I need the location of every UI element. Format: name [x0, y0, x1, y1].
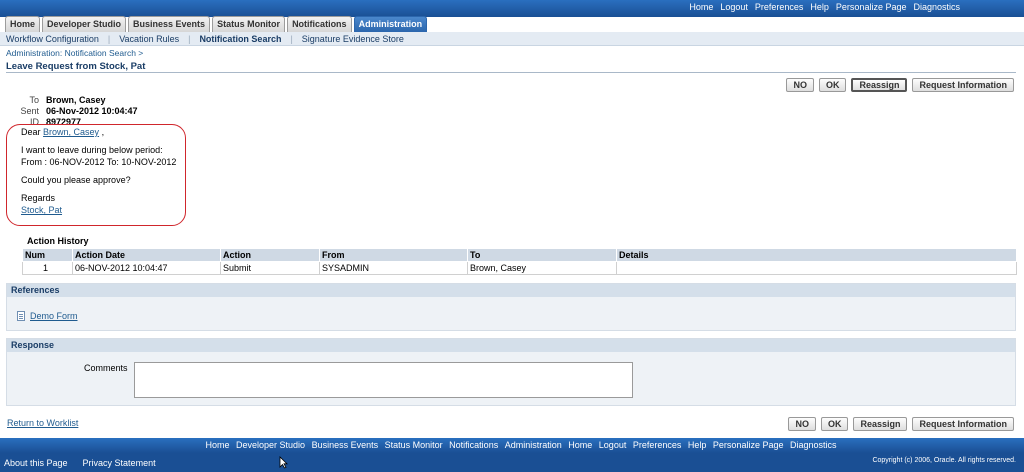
main-tabs: Home Developer Studio Business Events St…: [5, 16, 428, 32]
greeting-suffix: ,: [101, 127, 105, 137]
action-history-table: Num Action Date Action From To Details 1…: [22, 248, 1017, 275]
column-header-action-date: Action Date: [72, 248, 221, 262]
references-title: References: [7, 284, 1015, 297]
recipient-link[interactable]: Brown, Casey: [43, 127, 99, 137]
global-links: Home Logout Preferences Help Personalize…: [689, 2, 960, 12]
demo-form-link[interactable]: Demo Form: [30, 311, 78, 321]
regards-line: Regards: [21, 193, 56, 203]
footer-links: Home Developer Studio Business Events St…: [0, 438, 1024, 453]
reassign-button[interactable]: Reassign: [853, 417, 908, 431]
global-link-personalize-page[interactable]: Personalize Page: [836, 2, 907, 12]
footer-link-logout[interactable]: Logout: [599, 440, 627, 450]
top-action-buttons: NO OK Reassign Request Information: [786, 78, 1014, 92]
reassign-button[interactable]: Reassign: [851, 78, 908, 92]
global-header: Home Logout Preferences Help Personalize…: [0, 0, 1024, 17]
column-header-action: Action: [220, 248, 320, 262]
global-link-diagnostics[interactable]: Diagnostics: [913, 2, 960, 12]
ok-button[interactable]: OK: [820, 417, 849, 431]
cell-details: [616, 261, 1017, 275]
response-title: Response: [7, 339, 1015, 352]
global-link-preferences[interactable]: Preferences: [755, 2, 804, 12]
global-link-help[interactable]: Help: [810, 2, 829, 12]
subtab-vacation-rules[interactable]: Vacation Rules: [119, 34, 179, 44]
cell-from: SYSADMIN: [319, 261, 468, 275]
message-line: From : 06-NOV-2012 To: 10-NOV-2012: [21, 157, 177, 167]
request-information-button[interactable]: Request Information: [912, 78, 1014, 92]
footer-bar: About this Page Privacy Statement: [0, 453, 1024, 472]
footer-link-personalize-page[interactable]: Personalize Page: [713, 440, 784, 450]
sent-label: Sent: [20, 106, 39, 116]
global-link-home[interactable]: Home: [689, 2, 713, 12]
table-row: 1 06-NOV-2012 10:04:47 Submit SYSADMIN B…: [22, 261, 1017, 275]
subtab-workflow-configuration[interactable]: Workflow Configuration: [6, 34, 99, 44]
tab-administration[interactable]: Administration: [353, 16, 428, 32]
subtab-separator: |: [107, 33, 111, 44]
footer-link-preferences[interactable]: Preferences: [633, 440, 682, 450]
footer-link-home-2[interactable]: Home: [568, 440, 592, 450]
message-line: Could you please approve?: [21, 175, 131, 185]
column-header-to: To: [467, 248, 617, 262]
reference-item: Demo Form: [17, 311, 78, 321]
tab-home[interactable]: Home: [5, 16, 41, 32]
table-header-row: Num Action Date Action From To Details: [22, 248, 1017, 262]
no-button[interactable]: NO: [788, 417, 816, 431]
comments-label: Comments: [84, 363, 128, 373]
footer-link-diagnostics[interactable]: Diagnostics: [790, 440, 837, 450]
global-link-logout[interactable]: Logout: [720, 2, 748, 12]
references-section: References Demo Form: [6, 283, 1016, 331]
cell-num: 1: [22, 261, 73, 275]
footer-link-help[interactable]: Help: [688, 440, 707, 450]
page-title: Leave Request from Stock, Pat: [6, 61, 146, 72]
greeting-prefix: Dear: [21, 127, 41, 137]
footer-link-administration[interactable]: Administration: [505, 440, 562, 450]
column-header-details: Details: [616, 248, 1017, 262]
privacy-statement-link[interactable]: Privacy Statement: [83, 458, 156, 468]
footer-link-home[interactable]: Home: [205, 440, 229, 450]
return-to-worklist-link[interactable]: Return to Worklist: [7, 418, 78, 428]
footer-link-developer-studio[interactable]: Developer Studio: [236, 440, 305, 450]
cell-to: Brown, Casey: [467, 261, 617, 275]
breadcrumb[interactable]: Administration: Notification Search >: [6, 48, 143, 58]
subtab-separator: |: [188, 33, 191, 44]
message-line: I want to leave during below period:: [21, 145, 163, 155]
footer-link-notifications[interactable]: Notifications: [449, 440, 498, 450]
cell-action: Submit: [220, 261, 320, 275]
title-divider: [6, 72, 1016, 73]
notification-header: To Brown, Casey Sent 06-Nov-2012 10:04:4…: [20, 95, 138, 127]
copyright-text: Copyright (c) 2006, Oracle. All rights r…: [872, 457, 1016, 464]
message-body: Dear Brown, Casey , I want to leave duri…: [21, 126, 176, 216]
subtab-separator: |: [290, 33, 293, 44]
tab-status-monitor[interactable]: Status Monitor: [212, 16, 286, 32]
ok-button[interactable]: OK: [818, 78, 847, 92]
about-this-page-link[interactable]: About this Page: [4, 458, 68, 468]
footer-link-business-events[interactable]: Business Events: [312, 440, 379, 450]
sent-value: 06-Nov-2012 10:04:47: [46, 106, 138, 116]
greeting-line: Dear Brown, Casey ,: [21, 126, 176, 138]
tab-notifications[interactable]: Notifications: [287, 16, 352, 32]
request-information-button[interactable]: Request Information: [912, 417, 1014, 431]
sub-navigation: Workflow Configuration | Vacation Rules …: [0, 32, 1024, 46]
comments-field[interactable]: [134, 362, 633, 398]
tab-developer-studio[interactable]: Developer Studio: [42, 16, 127, 32]
subtab-signature-evidence-store[interactable]: Signature Evidence Store: [302, 34, 404, 44]
action-history-title: Action History: [27, 236, 89, 246]
document-icon: [17, 311, 25, 321]
to-value: Brown, Casey: [46, 95, 106, 105]
cell-action-date: 06-NOV-2012 10:04:47: [72, 261, 221, 275]
to-label: To: [29, 95, 39, 105]
subtab-notification-search[interactable]: Notification Search: [199, 34, 281, 44]
no-button[interactable]: NO: [786, 78, 814, 92]
column-header-num: Num: [22, 248, 73, 262]
mouse-cursor-icon: [279, 456, 288, 469]
column-header-from: From: [319, 248, 468, 262]
sender-link[interactable]: Stock, Pat: [21, 205, 62, 215]
footer-link-status-monitor[interactable]: Status Monitor: [385, 440, 443, 450]
bottom-action-buttons: NO OK Reassign Request Information: [788, 417, 1014, 431]
tab-business-events[interactable]: Business Events: [128, 16, 211, 32]
